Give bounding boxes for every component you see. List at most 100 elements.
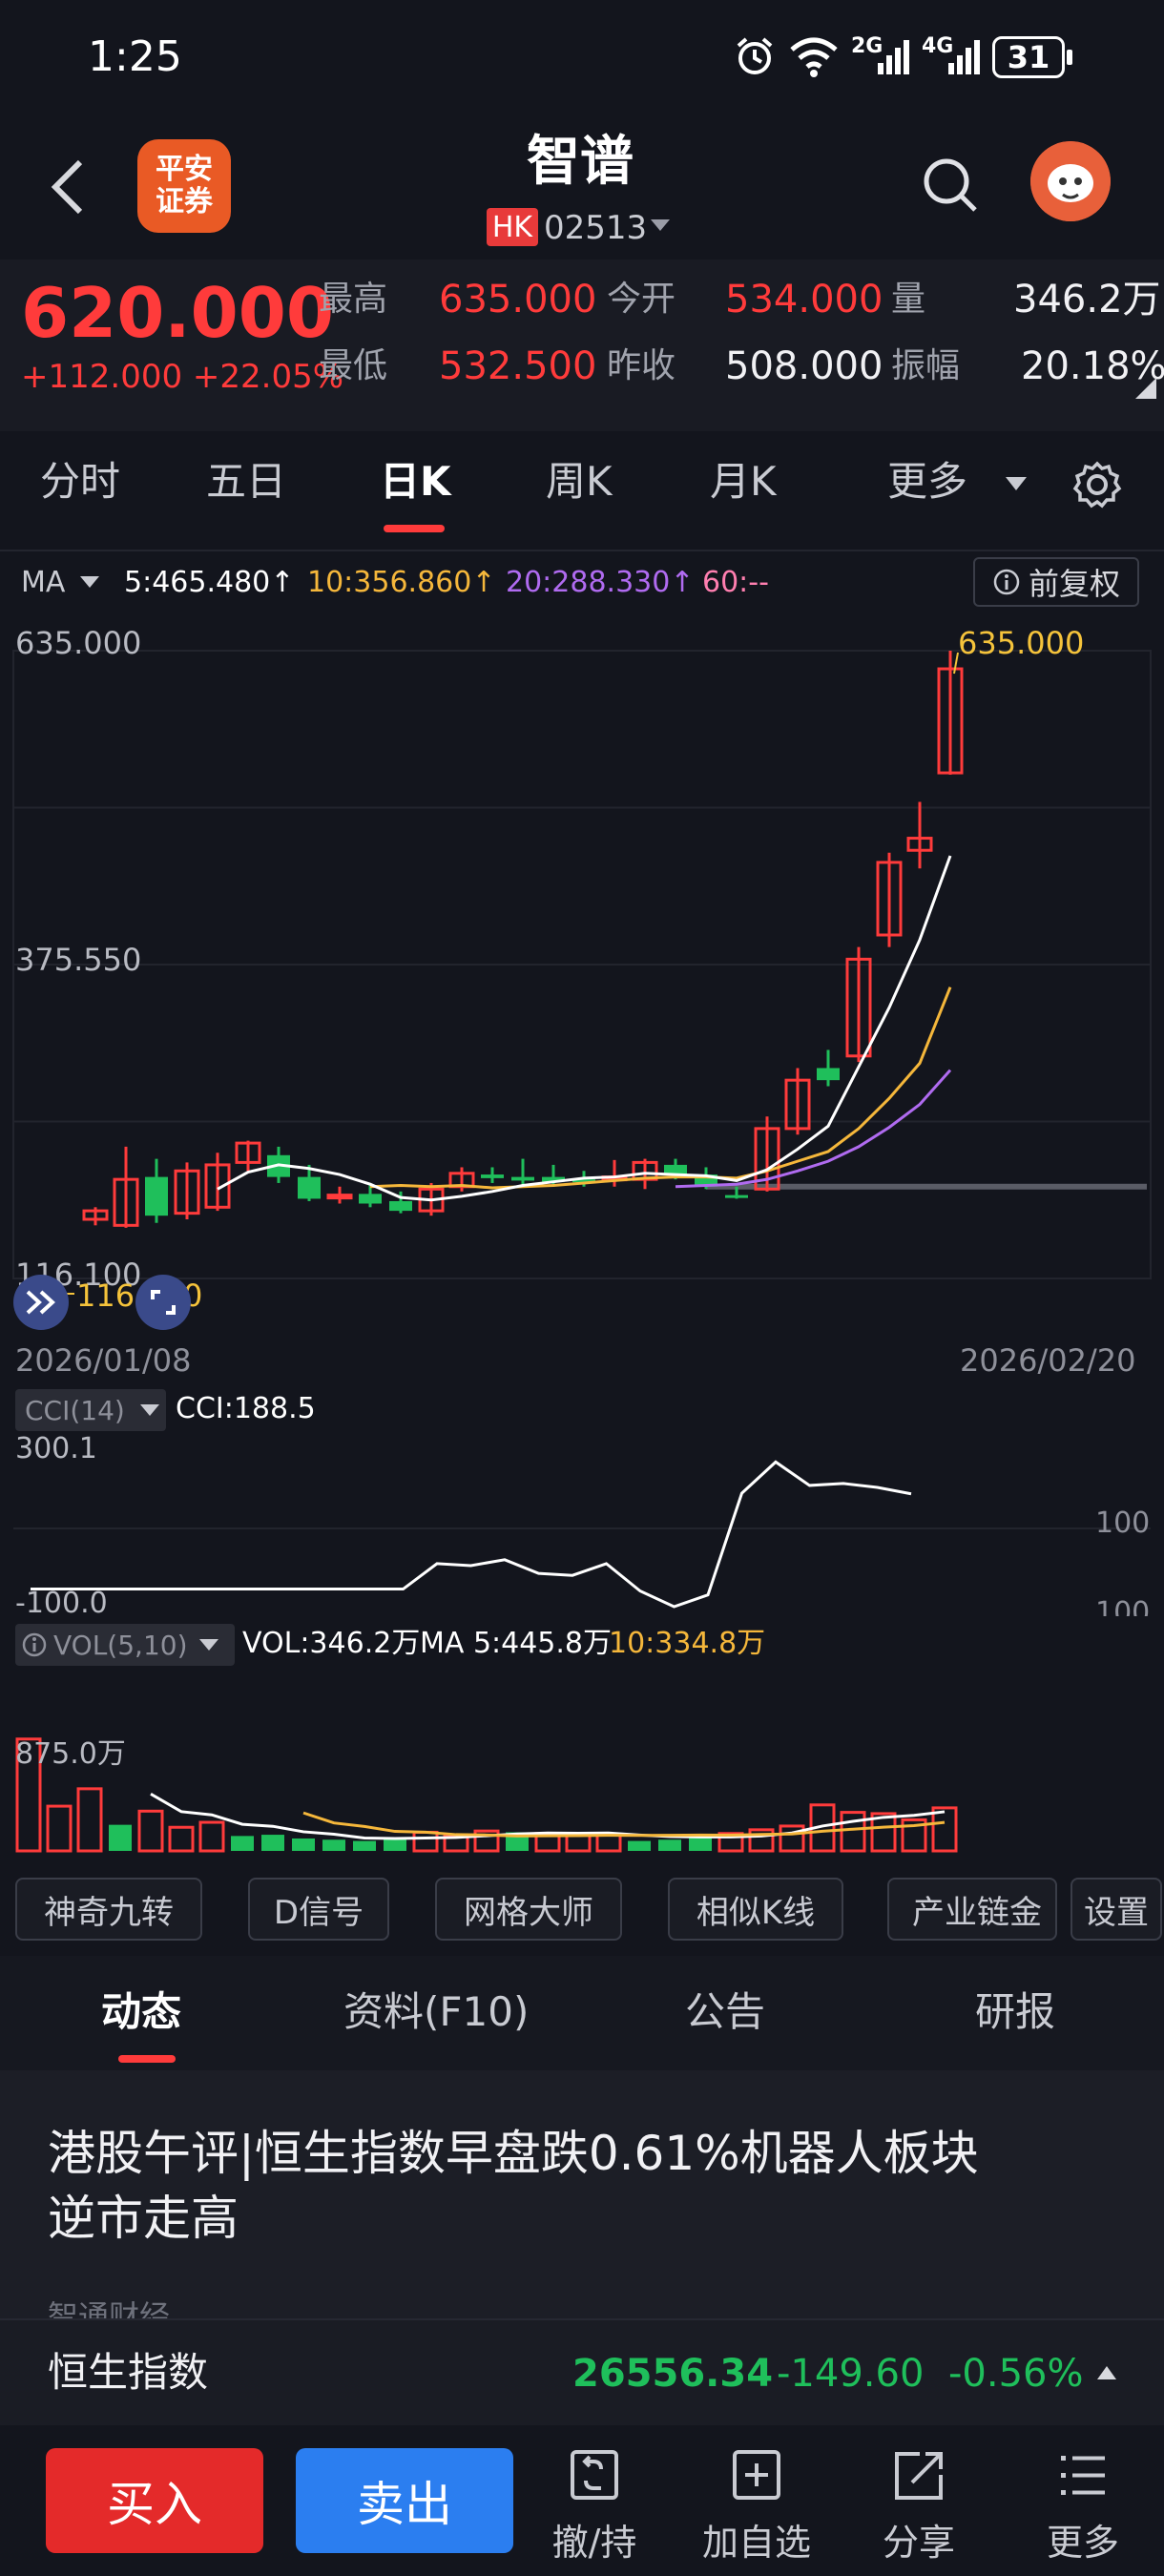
gear-icon[interactable] — [1072, 460, 1122, 509]
tool-settings[interactable]: 设置 — [1070, 1878, 1162, 1941]
chart-tabs: 分时 五日 日K 周K 月K 更多 — [0, 439, 1164, 544]
search-icon[interactable] — [922, 156, 979, 216]
tab-daily-k[interactable]: 日K — [380, 462, 451, 502]
cci-line — [31, 1460, 912, 1609]
volume-bar — [658, 1839, 681, 1851]
code-dropdown-icon[interactable] — [649, 218, 672, 233]
tool-industry-chain[interactable]: 产业链金 — [887, 1878, 1057, 1941]
ma-label[interactable]: MA — [21, 569, 65, 597]
prev-close-label: 昨收 — [607, 346, 676, 385]
vol-label: VOL(5,10) — [53, 1629, 188, 1661]
stock-name: 智谱 — [527, 131, 634, 193]
volume-bar — [931, 1806, 958, 1853]
add-watchlist-button[interactable]: 加自选 — [695, 2442, 819, 2566]
cci-value: CCI:188.5 — [176, 1392, 316, 1425]
adjust-button[interactable]: 前复权 — [973, 557, 1139, 607]
tab-f10[interactable]: 资料(F10) — [343, 1992, 529, 2032]
cci-chart[interactable] — [0, 1431, 1164, 1622]
current-price: 620.000 — [21, 273, 334, 353]
info-icon — [22, 1632, 47, 1657]
ma-dropdown-icon[interactable] — [78, 574, 101, 590]
tab-more[interactable]: 更多 — [887, 462, 967, 502]
kline-y-top: 635.000 — [15, 625, 142, 661]
tab-monthly-k[interactable]: 月K — [710, 462, 777, 502]
battery-tip — [1067, 50, 1072, 65]
stock-code[interactable]: 02513 — [544, 212, 647, 244]
candle-body — [145, 1176, 168, 1216]
cci-ref-low: 100 — [1095, 1599, 1151, 1616]
tab-five-day[interactable]: 五日 — [206, 462, 286, 502]
expand-corner-icon[interactable] — [1135, 378, 1156, 399]
kline-chart[interactable] — [0, 620, 1164, 1374]
open-label: 今开 — [607, 280, 676, 319]
index-change: -149.60 — [777, 2352, 925, 2396]
ma20-line — [675, 1069, 952, 1189]
tool-magic-nine[interactable]: 神奇九转 — [15, 1878, 202, 1941]
back-icon[interactable] — [48, 156, 90, 218]
info-tabs: 动态 资料(F10) 公告 研报 — [0, 1956, 1164, 2070]
vol-selector[interactable]: VOL(5,10) — [15, 1624, 235, 1666]
tool-grid-master[interactable]: 网格大师 — [435, 1878, 622, 1941]
fast-forward-button[interactable] — [13, 1275, 69, 1330]
volume-bar — [109, 1824, 132, 1851]
news-item[interactable]: 港股午评|恒生指数早盘跌0.61%机器人板块 逆市走高 智通财经 — [0, 2070, 1164, 2318]
expand-up-icon[interactable] — [1095, 2364, 1118, 2381]
tab-research[interactable]: 研报 — [975, 1992, 1055, 2032]
ma5-value: 5:465.480↑ — [124, 566, 295, 599]
app-screen: 1:25 2G 4G 31 平安 证券 智谱 HK 02513 620.000 … — [0, 0, 1164, 2576]
index-ticker[interactable]: 恒生指数 26556.34 -149.60 -0.56% — [0, 2318, 1164, 2425]
ma-bar: MA 5:465.480↑ 10:356.860↑ 20:288.330↑ 60… — [0, 557, 1164, 611]
news-headline-line2: 逆市走高 — [48, 2191, 239, 2246]
tab-news[interactable]: 动态 — [101, 1992, 181, 2032]
vol-ma10-line — [302, 1811, 946, 1838]
fullscreen-icon — [151, 1290, 176, 1315]
index-pct: -0.56% — [948, 2352, 1084, 2396]
tab-weekly-k[interactable]: 周K — [546, 462, 613, 502]
candle-body — [326, 1194, 353, 1200]
share-button[interactable]: 分享 — [857, 2442, 981, 2566]
kline-y-mid: 375.550 — [15, 942, 142, 978]
alarm-icon — [737, 37, 773, 74]
assistant-avatar[interactable] — [1030, 141, 1111, 221]
share-label: 分享 — [882, 2522, 955, 2564]
vol-ma10: 10:334.8万 — [609, 1627, 766, 1660]
adjust-label: 前复权 — [1028, 566, 1120, 602]
tab-announcements[interactable]: 公告 — [685, 1992, 765, 2032]
cci-y-top: 300.1 — [15, 1432, 97, 1465]
candle-body — [359, 1194, 382, 1204]
ma60-value: 60:-- — [702, 566, 769, 599]
cancel-order-icon — [571, 2450, 618, 2500]
more-menu-label: 更多 — [1046, 2522, 1119, 2564]
sell-button[interactable]: 卖出 — [296, 2448, 513, 2553]
news-headline-line1: 港股午评|恒生指数早盘跌0.61%机器人板块 — [48, 2126, 979, 2181]
tab-intraday[interactable]: 分时 — [40, 462, 120, 502]
cci-label: CCI(14) — [25, 1394, 125, 1426]
tool-d-signal[interactable]: D信号 — [248, 1878, 389, 1941]
volume-bar — [168, 1825, 195, 1853]
battery-icon: 31 — [992, 36, 1065, 78]
volume-bar — [628, 1840, 651, 1851]
broker-logo[interactable]: 平安 证券 — [137, 139, 231, 233]
more-menu-button[interactable]: 更多 — [1021, 2442, 1145, 2566]
cancel-hold-button[interactable]: 撤/持 — [532, 2442, 656, 2566]
more-dropdown-icon[interactable] — [1004, 475, 1029, 492]
volume-bar — [384, 1838, 406, 1851]
cci-selector[interactable]: CCI(14) — [15, 1389, 166, 1431]
fullscreen-button[interactable] — [135, 1275, 191, 1330]
vol-ma5: MA 5:445.8万 — [420, 1627, 613, 1660]
volume-chart[interactable] — [0, 1666, 1164, 1857]
ma20-value: 20:288.330↑ — [506, 566, 695, 599]
buy-button[interactable]: 买入 — [46, 2448, 263, 2553]
candle-body — [511, 1176, 534, 1181]
volume-bar — [76, 1787, 103, 1853]
kline-max-label: 635.000 — [958, 625, 1085, 661]
candle-body — [481, 1174, 504, 1178]
volume-bar — [231, 1836, 254, 1851]
battery-level: 31 — [1007, 39, 1050, 75]
volume-label: 量 — [891, 280, 926, 319]
ma5-line — [217, 855, 952, 1202]
broker-logo-line1: 平安 — [156, 153, 213, 186]
signal-icon — [878, 40, 909, 74]
tool-similar-kline[interactable]: 相似K线 — [668, 1878, 843, 1941]
index-name: 恒生指数 — [48, 2349, 209, 2396]
